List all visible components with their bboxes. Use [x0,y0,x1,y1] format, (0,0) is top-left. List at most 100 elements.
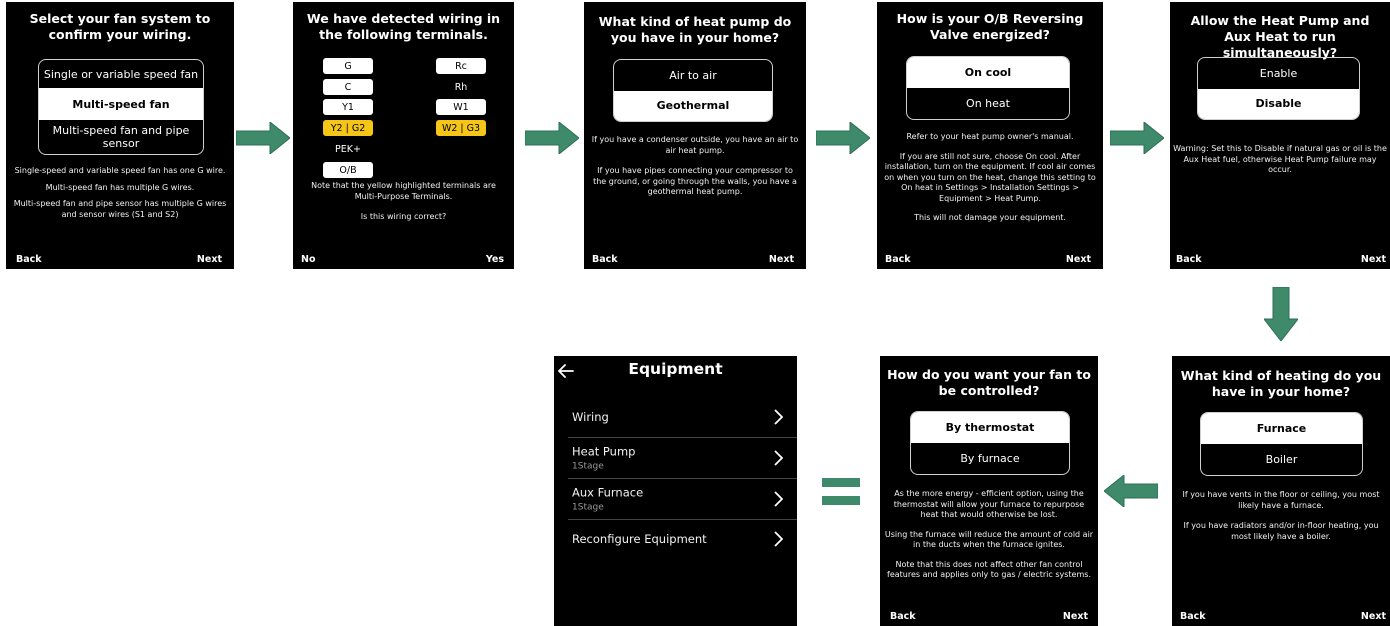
terminal-rc: Rc [436,58,486,74]
info-text: If you have vents in the floor or ceilin… [1178,490,1384,548]
screen-ob-reversing-valve: How is your O/B Reversing Valve energize… [877,2,1103,269]
back-button[interactable]: Back [885,254,911,265]
back-button[interactable]: Back [1180,611,1206,622]
screen-title: What kind of heat pump do you have in yo… [598,14,792,45]
info-line: Single-speed and variable speed fan has … [14,166,226,175]
option-air-to-air[interactable]: Air to air [614,60,772,91]
option-multi-speed-fan[interactable]: Multi-speed fan [39,88,203,120]
info-line: Using the furnace will reduce the amount… [884,529,1094,550]
option-by-furnace[interactable]: By furnace [911,443,1069,474]
right-arrow-icon [816,122,870,154]
heating-type-options: Furnace Boiler [1200,412,1363,476]
down-arrow-icon [1264,287,1298,341]
screen-title: We have detected wiring in the following… [306,11,501,42]
terminal-y2-g2: Y2 | G2 [323,120,373,136]
back-button[interactable]: Back [16,254,42,265]
option-multi-speed-pipe-sensor[interactable]: Multi-speed fan and pipe sensor [39,120,203,154]
warning-text: Warning: Set this to Disable if natural … [1173,144,1387,174]
next-button[interactable]: Next [1361,254,1386,265]
option-on-cool[interactable]: On cool [907,57,1069,88]
screen-title: How is your O/B Reversing Valve energize… [896,11,1084,42]
simultaneous-options: Enable Disable [1197,57,1360,120]
terminal-pek: PEK+ [335,143,361,155]
info-line: If you have vents in the floor or ceilin… [1182,490,1380,510]
info-text: Warning: Set this to Disable if natural … [1172,144,1388,182]
next-button[interactable]: Next [1063,611,1088,622]
screen-title: Select your fan system to confirm your w… [29,11,211,42]
menu-item-label: Reconfigure Equipment [572,532,707,546]
terminal-w1: W1 [436,99,486,115]
back-button[interactable]: Back [890,611,916,622]
info-line: As the more energy - efficient option, u… [893,489,1085,519]
back-button[interactable]: Back [592,254,618,265]
right-arrow-icon [236,122,290,154]
terminal-y1: Y1 [323,99,373,115]
option-disable[interactable]: Disable [1198,88,1359,119]
right-arrow-icon [525,122,579,154]
fan-system-options: Single or variable speed fan Multi-speed… [38,59,204,155]
menu-item-reconfigure-equipment[interactable]: Reconfigure Equipment [572,522,783,556]
next-button[interactable]: Next [769,254,794,265]
menu-item-value: 1Stage [572,461,604,472]
screen-simultaneous-aux: Allow the Heat Pump and Aux Heat to run … [1170,2,1390,269]
back-button[interactable]: Back [1176,254,1202,265]
info-line: Note that this does not affect other fan… [887,559,1091,580]
info-line: Refer to your heat pump owner's manual. [906,132,1074,141]
screen-heating-type: What kind of heating do you have in your… [1172,356,1390,626]
menu-item-heat-pump[interactable]: Heat Pump 1Stage [572,440,783,476]
chevron-right-icon [774,450,783,466]
fan-control-options: By thermostat By furnace [910,411,1070,475]
terminal-g: G [323,58,373,74]
menu-item-label: Aux Furnace [572,485,644,500]
option-single-variable-fan[interactable]: Single or variable speed fan [39,60,203,88]
option-by-thermostat[interactable]: By thermostat [911,412,1069,443]
heat-pump-options: Air to air Geothermal [613,59,773,122]
screen-detected-wiring: We have detected wiring in the following… [293,2,514,269]
option-on-heat[interactable]: On heat [907,88,1069,119]
menu-item-label: Wiring [572,410,609,424]
info-text: Single-speed and variable speed fan has … [12,166,228,226]
menu-item-value: 1Stage [572,502,604,513]
screen-fan-control: How do you want your fan to be controlle… [880,356,1098,626]
screen-title: How do you want your fan to be controlle… [887,367,1091,398]
menu-item-aux-furnace[interactable]: Aux Furnace 1Stage [572,481,783,517]
screen-fan-system: Select your fan system to confirm your w… [6,2,234,269]
terminal-w2-g3: W2 | G3 [436,120,486,136]
divider [568,478,797,479]
info-text: If you have a condenser outside, you hav… [590,135,800,204]
screen-title: Allow the Heat Pump and Aux Heat to run … [1190,13,1370,60]
no-button[interactable]: No [301,254,315,265]
info-line: If you are still not sure, choose On coo… [884,151,1096,203]
page-title: Equipment [628,360,723,378]
next-button[interactable]: Next [1361,611,1386,622]
next-button[interactable]: Next [1066,254,1091,265]
next-button[interactable]: Next [197,254,222,265]
note-text: Note that the yellow highlighted termina… [311,181,496,201]
question-text: Is this wiring correct? [360,212,447,221]
screen-title: What kind of heating do you have in your… [1180,368,1382,399]
terminal-ob: O/B [323,162,373,178]
equals-icon [822,478,860,506]
option-boiler[interactable]: Boiler [1201,444,1362,475]
info-line: If you have a condenser outside, you hav… [591,135,799,155]
info-line: This will not damage your equipment. [914,213,1066,222]
info-text: Note that the yellow highlighted termina… [299,181,508,229]
screen-heat-pump-type: What kind of heat pump do you have in yo… [584,2,806,269]
menu-item-label: Heat Pump [572,444,636,459]
option-geothermal[interactable]: Geothermal [614,90,772,121]
divider [568,437,797,438]
chevron-right-icon [774,491,783,507]
info-line: If you have radiators and/or in-floor he… [1183,521,1379,541]
info-line: If you have pipes connecting your compre… [593,166,797,196]
info-line: Multi-speed fan has multiple G wires. [45,182,195,192]
yes-button[interactable]: Yes [486,254,504,265]
menu-item-wiring[interactable]: Wiring [572,400,783,434]
option-enable[interactable]: Enable [1198,58,1359,89]
terminal-rh: Rh [454,81,468,93]
divider [568,519,797,520]
info-text: As the more energy - efficient option, u… [884,489,1094,587]
option-furnace[interactable]: Furnace [1201,413,1362,444]
right-arrow-icon [1110,122,1164,154]
chevron-right-icon [774,531,783,547]
left-arrow-icon [1104,475,1158,507]
